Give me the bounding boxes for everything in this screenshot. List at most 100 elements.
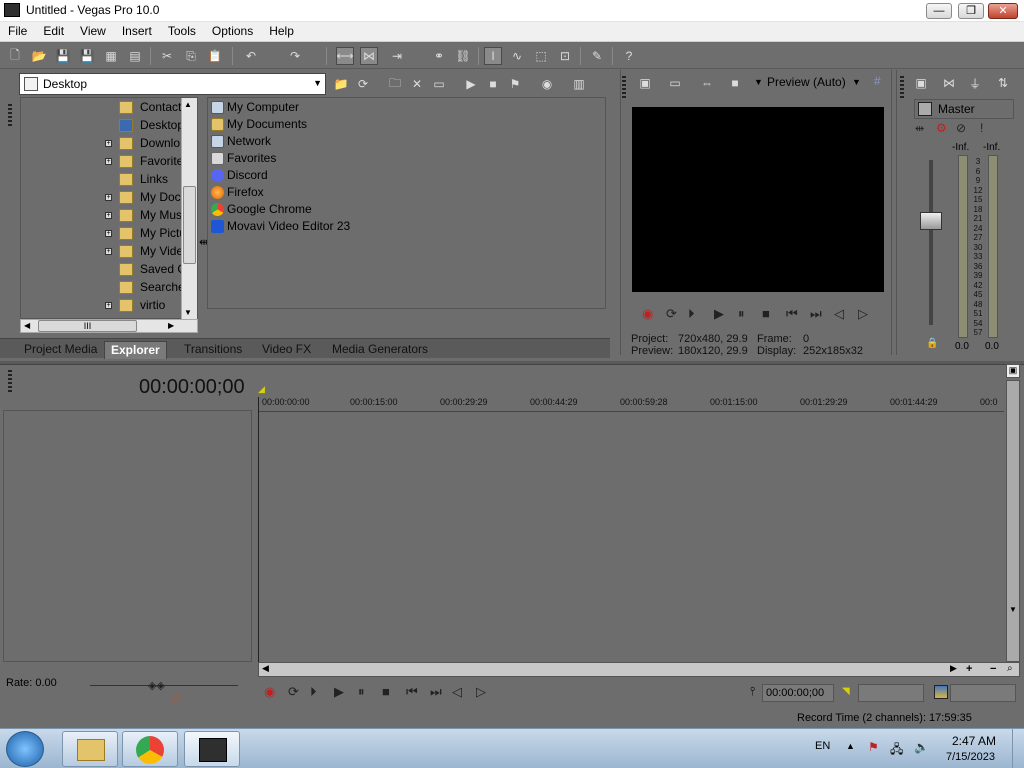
menu-tools[interactable]: Tools [160,22,204,38]
scroll-left-icon[interactable]: ◀ [24,321,30,330]
preview-properties-icon[interactable]: ▣ [636,74,654,92]
scroll-up-icon[interactable]: ▲ [184,100,192,109]
scroll-left-icon[interactable]: ◀ [262,663,269,674]
mute-icon[interactable]: ⊘ [956,121,966,135]
stop-icon[interactable]: ■ [762,306,770,321]
expand-icon[interactable]: + [105,230,112,237]
clock-date[interactable]: 7/15/2023 [946,751,995,763]
scroll-down-icon[interactable]: ▼ [1007,605,1019,619]
go-to-start-icon[interactable]: ⏮ [406,684,418,700]
tab-media-generators[interactable]: Media Generators [326,341,434,359]
next-frame-icon[interactable]: ▷ [858,306,868,322]
minimize-button[interactable]: — [926,3,952,19]
split-screen-icon[interactable]: ⇔ [698,74,716,92]
panel-divider[interactable] [0,361,1024,365]
master-bus-icon[interactable] [918,102,932,116]
stop-icon[interactable]: ■ [382,684,390,699]
new-folder-icon[interactable]: 🗀 [386,75,404,93]
play-icon[interactable]: ▶ [714,306,724,322]
vegas-app-icon[interactable] [4,3,20,17]
play-icon[interactable]: ▶ [334,684,344,700]
ripple-edit-icon[interactable]: ⇥ [388,47,406,65]
expand-icon[interactable]: + [105,248,112,255]
delete-icon[interactable]: ✕ [408,75,426,93]
zoom-out-icon[interactable]: − [990,663,996,675]
loop-playback-icon[interactable]: ⟳ [666,306,677,322]
edit-details-icon[interactable]: ✎ [588,47,606,65]
lock-envelopes-icon[interactable]: ⚭ [430,47,448,65]
save-as-icon[interactable]: 💾 [78,47,96,65]
chevron-down-icon[interactable]: ▼ [313,78,322,88]
gear-icon[interactable]: ⚙ [936,121,947,135]
pause-icon[interactable]: ⏸ [358,684,365,700]
cut-icon[interactable]: ✂ [158,47,176,65]
dock-grip[interactable] [8,104,12,128]
show-desktop-button[interactable] [1012,729,1024,768]
properties-icon[interactable]: ▤ [126,47,144,65]
grid-icon[interactable]: # [874,74,881,88]
tab-explorer[interactable]: Explorer [104,341,167,359]
selection-tool-icon[interactable]: ⬚ [532,47,550,65]
tree-item[interactable]: + My Vide [21,243,183,261]
tab-project-media[interactable]: Project Media [18,341,103,359]
volume-icon[interactable]: 🔈 [914,740,929,754]
selection-length-icon[interactable] [934,685,948,699]
taskbar-chrome[interactable] [122,731,178,767]
tree-item[interactable]: Saved G [21,261,183,279]
close-button[interactable]: ✕ [988,3,1018,19]
loop-region-icon[interactable]: ◥ [842,686,850,697]
go-to-end-icon[interactable]: ⏭ [810,306,822,322]
expand-icon[interactable]: + [105,212,112,219]
render-as-icon[interactable]: ▦ [102,47,120,65]
overlays-dropdown-icon[interactable]: ▼ [754,77,763,87]
expand-icon[interactable]: + [105,158,112,165]
add-to-favorites-icon[interactable]: ▭ [430,75,448,93]
time-ruler[interactable]: 00:00:00:00 00:00:15:00 00:00:29:29 00:0… [258,392,1004,412]
expand-icon[interactable]: + [105,194,112,201]
menu-file[interactable]: File [0,22,35,38]
playhead-cursor[interactable] [258,397,259,662]
rate-slider-handle[interactable]: ◈◈ [148,679,165,692]
marker-bar-icon[interactable]: ▣ [1006,364,1020,378]
clock-time[interactable]: 2:47 AM [952,734,996,748]
copy-icon[interactable]: ⎘ [182,47,200,65]
taskbar-vegas[interactable] [184,731,240,767]
zoom-in-icon[interactable]: + [966,663,972,675]
location-dropdown[interactable]: Desktop ▼ [19,73,326,95]
normal-edit-tool-icon[interactable]: I [484,47,502,65]
mixer-properties-icon[interactable]: ▣ [912,74,930,92]
tree-item[interactable]: + My Mus [21,207,183,225]
refresh-icon[interactable]: ⟳ [354,75,372,93]
save-icon[interactable]: 💾 [54,47,72,65]
menu-help[interactable]: Help [261,22,302,38]
auto-crossfade-icon[interactable]: ⋈ [360,47,378,65]
scroll-right-icon[interactable]: ▶ [168,321,174,330]
menu-insert[interactable]: Insert [114,22,160,38]
selection-length-field[interactable] [950,684,1016,702]
solo-icon[interactable]: ! [980,121,983,135]
external-monitor-icon[interactable]: ▭ [666,74,684,92]
tree-item[interactable]: + Favorite [21,153,183,171]
timeline-timecode[interactable]: 00:00:00;00 [139,376,245,399]
envelope-tool-icon[interactable]: ∿ [508,47,526,65]
scroll-right-icon[interactable]: ▶ [950,663,957,674]
action-center-icon[interactable]: ⚑ [868,740,879,754]
tree-item[interactable]: Contact [21,99,183,117]
tree-item[interactable]: Searche [21,279,183,297]
rate-center-marker-icon[interactable]: △ [172,690,180,703]
master-fx-icon[interactable]: ⇹ [915,122,924,135]
open-icon[interactable]: 📂 [30,47,48,65]
start-preview-icon[interactable]: ▶ [462,75,480,93]
expand-icon[interactable]: + [105,140,112,147]
dock-grip[interactable] [8,370,12,394]
tree-item[interactable]: + My Doc [21,189,183,207]
start-button[interactable] [6,731,44,767]
scroll-down-icon[interactable]: ▼ [184,308,192,317]
go-to-end-icon[interactable]: ⏭ [430,684,442,700]
tree-item[interactable]: + virtio [21,297,183,315]
tree-item[interactable]: Desktop [21,117,183,135]
redo-icon[interactable]: ↷ [286,47,304,65]
downmix-icon[interactable]: ⋈ [940,74,958,92]
timeline-vertical-scrollbar[interactable] [1006,380,1020,662]
volume-fader-handle[interactable] [920,212,942,230]
